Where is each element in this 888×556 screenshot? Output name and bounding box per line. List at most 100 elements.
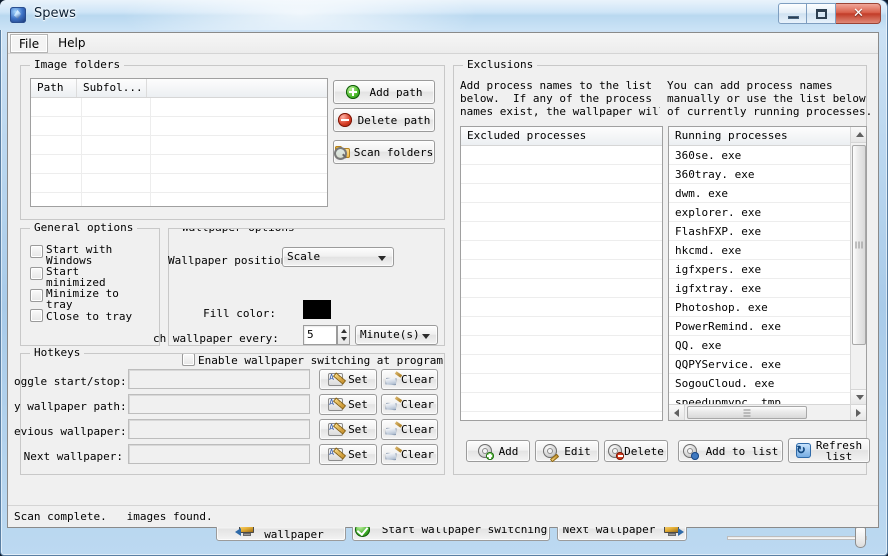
add-path-button[interactable]: Add path (333, 80, 435, 104)
hotkey-clear-toggle-button[interactable]: Clear (381, 369, 438, 390)
excluded-processes-list[interactable]: Excluded processes (460, 126, 663, 421)
list-item[interactable]: hkcmd. exe (669, 241, 866, 260)
checkbox-start-minimized[interactable] (30, 267, 43, 280)
minimize-button[interactable] (778, 3, 807, 24)
hotkey-label-next: Next wallpaper: (14, 451, 123, 462)
list-item[interactable] (461, 222, 662, 241)
hotkey-set-toggle-button[interactable]: Set (319, 369, 377, 390)
table-row[interactable] (31, 98, 327, 117)
add-exclusion-label: Add (499, 446, 519, 457)
checkbox-start-with-windows[interactable] (30, 245, 43, 258)
transparency-slider-thumb[interactable] (855, 527, 866, 548)
list-item[interactable] (461, 146, 662, 165)
list-item[interactable]: QQPYService. exe (669, 355, 866, 374)
broom-icon (385, 398, 401, 412)
edit-exclusion-button[interactable]: Edit (535, 440, 599, 462)
transparency-slider-track[interactable] (727, 536, 867, 540)
list-item[interactable] (461, 165, 662, 184)
hotkey-set-copy-path-button[interactable]: Set (319, 394, 377, 415)
table-row[interactable] (31, 155, 327, 174)
running-processes-list[interactable]: Running processes 360se. exe 360tray. ex… (668, 126, 867, 421)
hotkey-set-next-button[interactable]: Set (319, 444, 377, 465)
running-list-vscrollbar[interactable] (850, 127, 866, 405)
excluded-processes-column[interactable]: Excluded processes (461, 127, 662, 145)
column-blank[interactable] (147, 79, 327, 97)
window-controls: ✕ (778, 3, 881, 24)
interval-input[interactable]: 5 (303, 325, 337, 345)
delete-path-button[interactable]: Delete path (333, 108, 435, 132)
list-item[interactable]: Photoshop. exe (669, 298, 866, 317)
hotkey-clear-copy-path-button[interactable]: Clear (381, 394, 438, 415)
scroll-right-button[interactable] (850, 405, 866, 421)
delete-path-label: Delete path (358, 115, 431, 126)
close-button[interactable]: ✕ (836, 3, 881, 24)
add-to-list-button[interactable]: Add to list (678, 440, 783, 462)
list-item[interactable] (461, 317, 662, 336)
table-row[interactable] (31, 174, 327, 193)
running-list-hscrollbar[interactable] (669, 404, 866, 420)
column-path[interactable]: Path (31, 79, 77, 97)
delete-exclusion-button[interactable]: Delete (604, 440, 668, 462)
plus-circle-green-icon (346, 85, 360, 99)
hscroll-thumb[interactable] (687, 406, 807, 419)
hotkey-set-previous-button[interactable]: Set (319, 419, 377, 440)
interval-unit-select[interactable]: Minute(s) (355, 325, 438, 345)
list-item[interactable]: SogouCloud. exe (669, 374, 866, 393)
list-item[interactable]: 360tray. exe (669, 165, 866, 184)
checkbox-close-to-tray[interactable] (30, 309, 43, 322)
checkbox-minimize-to-tray[interactable] (30, 289, 43, 302)
refresh-list-label: Refresh list (816, 440, 862, 462)
scroll-left-button[interactable] (669, 405, 685, 421)
hotkey-input-previous[interactable] (128, 419, 310, 439)
list-item[interactable] (461, 336, 662, 355)
list-item[interactable] (461, 374, 662, 393)
column-subfolders[interactable]: Subfol... (77, 79, 147, 97)
image-folders-table[interactable]: Path Subfol... (30, 78, 328, 207)
list-item[interactable]: igfxtray. exe (669, 279, 866, 298)
menu-item-help[interactable]: Help (50, 34, 93, 53)
list-item[interactable]: QQ. exe (669, 336, 866, 355)
hotkey-input-next[interactable] (128, 444, 310, 464)
hotkey-input-copy-path[interactable] (128, 394, 310, 414)
scan-folders-button[interactable]: Scan folders (333, 140, 435, 164)
triangle-right-icon (856, 409, 861, 417)
list-item[interactable]: 360se. exe (669, 146, 866, 165)
list-item[interactable]: explorer. exe (669, 203, 866, 222)
hotkey-input-toggle[interactable] (128, 369, 310, 389)
table-row[interactable] (31, 193, 327, 207)
hotkey-clear-previous-button[interactable]: Clear (381, 419, 438, 440)
list-item[interactable] (461, 355, 662, 374)
interval-stepper[interactable] (337, 325, 350, 345)
menu-item-file[interactable]: File (10, 34, 48, 53)
running-processes-column[interactable]: Running processes (669, 127, 849, 145)
list-item[interactable] (461, 241, 662, 260)
add-exclusion-button[interactable]: Add (466, 440, 530, 462)
list-item[interactable]: FlashFXP. exe (669, 222, 866, 241)
fill-color-swatch[interactable] (303, 300, 331, 319)
gear-minus-icon (608, 444, 622, 458)
list-item[interactable] (461, 279, 662, 298)
list-item[interactable] (461, 203, 662, 222)
scroll-down-button[interactable] (851, 389, 867, 405)
scroll-grip-icon (744, 409, 751, 416)
list-item[interactable]: dwm. exe (669, 184, 866, 203)
list-item[interactable] (461, 260, 662, 279)
list-item[interactable] (461, 184, 662, 203)
scroll-up-button[interactable] (851, 127, 867, 143)
table-row[interactable] (31, 136, 327, 155)
list-item[interactable]: igfxpers. exe (669, 260, 866, 279)
list-item[interactable]: PowerRemind. exe (669, 317, 866, 336)
refresh-list-button[interactable]: Refresh list (788, 438, 870, 463)
add-to-list-label: Add to list (706, 446, 779, 457)
vscroll-thumb[interactable] (852, 145, 866, 345)
fill-color-label: Fill color: (168, 308, 276, 319)
list-item[interactable] (461, 393, 662, 412)
list-item[interactable] (461, 298, 662, 317)
clear-label: Clear (401, 374, 434, 385)
hotkey-clear-next-button[interactable]: Clear (381, 444, 438, 465)
maximize-button[interactable] (807, 3, 836, 24)
table-row[interactable] (31, 117, 327, 136)
edit-exclusion-label: Edit (564, 446, 591, 457)
wallpaper-position-select[interactable]: Scale (282, 247, 394, 267)
scan-folders-label: Scan folders (354, 147, 433, 158)
